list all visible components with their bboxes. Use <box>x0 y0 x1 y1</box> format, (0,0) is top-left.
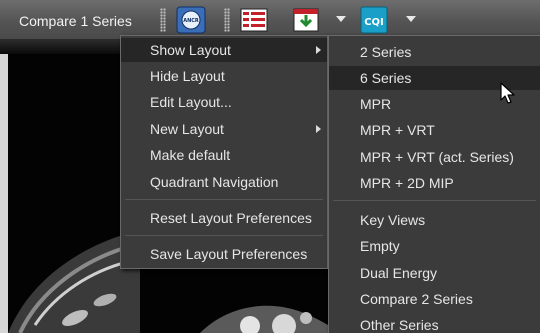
submenu-item-label: MPR + 2D MIP <box>360 175 454 191</box>
menu-separator <box>333 200 536 201</box>
submenu-item-label: MPR + VRT (act. Series) <box>360 149 514 165</box>
menu-item-hide-layout[interactable]: Hide Layout <box>121 64 327 88</box>
menu-separator <box>125 235 323 236</box>
cqi-dropdown-chevron-icon[interactable] <box>406 16 416 22</box>
series-list-icon[interactable] <box>238 5 270 35</box>
layout-title-button[interactable]: Compare 1 Series <box>19 13 132 29</box>
submenu-item-dual-energy[interactable]: Dual Energy <box>329 261 540 285</box>
submenu-arrow-icon <box>316 125 321 133</box>
submenu-item-key-views[interactable]: Key Views <box>329 208 540 232</box>
menu-item-quadrant-navigation[interactable]: Quadrant Navigation <box>121 170 327 194</box>
mouse-pointer-icon <box>500 82 515 104</box>
menu-item-save-layout-preferences[interactable]: Save Layout Preferences <box>121 242 327 266</box>
show-layout-submenu: 2 Series 6 Series MPR MPR + VRT MPR + VR… <box>328 35 540 333</box>
submenu-item-label: MPR <box>360 96 392 112</box>
layout-dropdown-chevron-icon[interactable] <box>336 16 346 22</box>
submenu-item-label: Empty <box>360 238 400 254</box>
menu-item-label: Make default <box>150 147 231 163</box>
menu-item-make-default[interactable]: Make default <box>121 143 327 167</box>
menu-item-label: Hide Layout <box>150 68 225 84</box>
submenu-item-label: Other Series <box>360 317 439 333</box>
menu-item-label: New Layout <box>150 121 224 137</box>
submenu-item-mpr-vrt-act-series[interactable]: MPR + VRT (act. Series) <box>329 145 540 169</box>
submenu-arrow-icon <box>316 46 321 54</box>
toolbar-grip-icon[interactable] <box>224 8 230 32</box>
submenu-item-label: MPR + VRT <box>360 122 435 138</box>
menu-item-show-layout[interactable]: Show Layout <box>121 38 327 62</box>
submenu-item-label: 6 Series <box>360 70 412 86</box>
menu-item-reset-layout-preferences[interactable]: Reset Layout Preferences <box>121 206 327 230</box>
toolbar-grip-icon[interactable] <box>160 8 166 32</box>
anchr-label: ANCR <box>183 18 199 24</box>
submenu-item-mpr-vrt[interactable]: MPR + VRT <box>329 118 540 142</box>
submenu-item-compare-2-series[interactable]: Compare 2 Series <box>329 287 540 311</box>
menu-item-label: Quadrant Navigation <box>150 174 279 190</box>
menu-item-label: Edit Layout... <box>150 94 232 110</box>
anchor-icon[interactable]: ANCR <box>175 5 207 35</box>
submenu-item-2-series[interactable]: 2 Series <box>329 40 540 64</box>
submenu-item-other-series[interactable]: Other Series <box>329 313 540 333</box>
menu-item-label: Save Layout Preferences <box>150 246 308 262</box>
toolbar: Compare 1 Series ANCR CQI <box>0 0 540 40</box>
submenu-item-empty[interactable]: Empty <box>329 234 540 258</box>
menu-separator <box>125 199 323 200</box>
layout-context-menu: Show Layout Hide Layout Edit Layout... N… <box>120 35 328 269</box>
submenu-item-label: Compare 2 Series <box>360 291 473 307</box>
submenu-item-label: Key Views <box>360 212 426 228</box>
menu-item-label: Show Layout <box>150 42 231 58</box>
menu-item-label: Reset Layout Preferences <box>150 210 312 226</box>
submenu-item-mpr-2d-mip[interactable]: MPR + 2D MIP <box>329 171 540 195</box>
submenu-item-label: 2 Series <box>360 44 412 60</box>
menu-item-new-layout[interactable]: New Layout <box>121 117 327 141</box>
submenu-item-label: Dual Energy <box>360 265 438 281</box>
layout-download-icon[interactable] <box>290 5 322 35</box>
cqi-icon[interactable]: CQI <box>358 5 390 35</box>
cqi-label: CQI <box>364 17 384 28</box>
menu-item-edit-layout[interactable]: Edit Layout... <box>121 90 327 114</box>
